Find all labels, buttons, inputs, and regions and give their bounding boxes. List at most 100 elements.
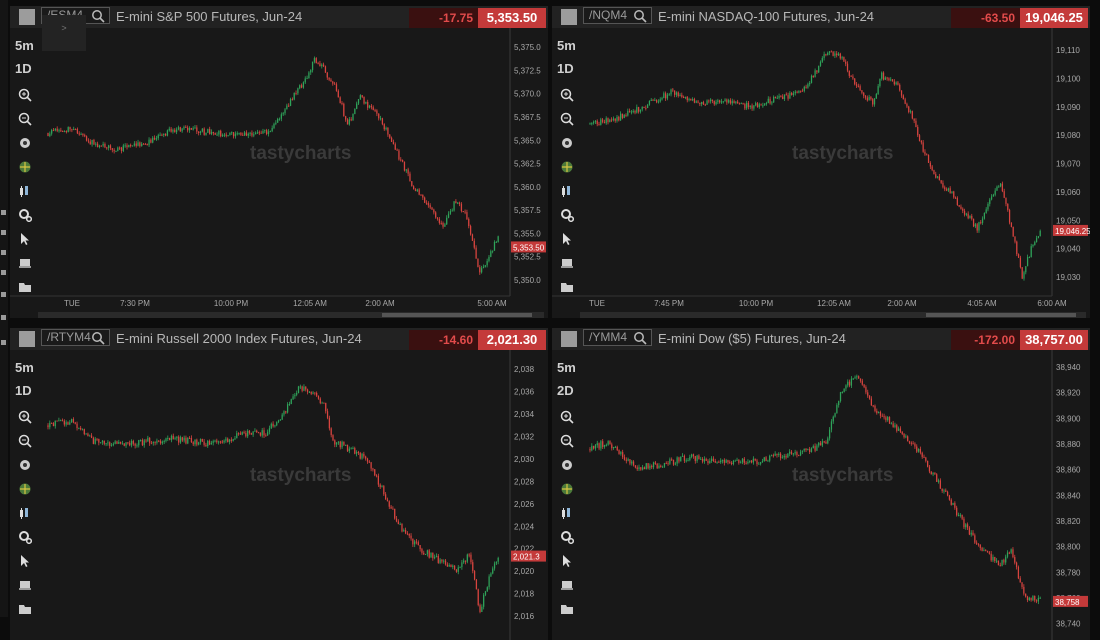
candle-body: [1021, 582, 1023, 587]
candle-body: [909, 111, 912, 113]
candle-body: [96, 438, 98, 440]
candle-body: [326, 72, 328, 78]
candle-body: [183, 437, 185, 441]
candle-body: [989, 199, 991, 204]
candle-body: [243, 432, 245, 434]
candle-body: [999, 565, 1001, 567]
candle-body: [266, 130, 268, 134]
candle-body: [770, 455, 773, 457]
candle-body: [979, 544, 981, 548]
candle-body: [412, 538, 414, 545]
candle-body: [858, 376, 860, 379]
candle-body: [190, 438, 193, 443]
candle-body: [765, 457, 767, 462]
candle-body: [277, 420, 280, 423]
candle-body: [141, 439, 144, 446]
candle-body: [972, 218, 975, 227]
candle-body: [910, 442, 912, 444]
y-tick-label: 2,020: [514, 567, 535, 576]
time-scrollbar-thumb[interactable]: [382, 313, 532, 317]
candle-body: [767, 460, 769, 462]
candle-body: [223, 440, 225, 443]
candle-body: [183, 126, 185, 129]
candle-body: [812, 446, 814, 449]
candle-body: [855, 84, 858, 86]
candle-body: [672, 459, 675, 465]
price-chart[interactable]: 19,110 19,100 19,090 19,080 19,070 19,060 19,0…: [552, 6, 1090, 318]
candle-body: [101, 440, 104, 443]
candle-body: [995, 560, 998, 562]
candle-body: [891, 79, 894, 82]
candle-body: [205, 444, 207, 446]
candle-body: [879, 78, 881, 87]
candle-body: [326, 411, 329, 418]
candle-body: [814, 70, 816, 78]
candle-body: [794, 91, 796, 94]
candle-body: [135, 143, 137, 146]
y-tick-label: 2,032: [514, 433, 535, 442]
candle-body: [316, 392, 318, 396]
candle-body: [105, 443, 107, 445]
candle-body: [884, 77, 886, 80]
candle-body: [177, 127, 180, 130]
y-tick-label: 38,920: [1056, 389, 1081, 398]
candle-body: [330, 79, 332, 82]
candle-body: [972, 532, 974, 536]
candle-body: [821, 58, 823, 62]
y-tick-label: 5,350.0: [514, 276, 541, 285]
candle-body: [337, 441, 340, 443]
candle-body: [969, 215, 971, 219]
candle-body: [484, 591, 487, 595]
candle-body: [711, 99, 714, 101]
price-chart[interactable]: 38,940 38,920 38,900 38,880 38,860 38,840 38,8…: [552, 328, 1090, 640]
candle-body: [764, 103, 766, 106]
candle-body: [823, 441, 825, 443]
candle-body: [750, 460, 753, 463]
candle-body: [933, 170, 935, 175]
candle-body: [170, 435, 173, 441]
candle-body: [803, 86, 805, 92]
candle-body: [994, 190, 996, 195]
candle-body: [78, 133, 80, 135]
candle-body: [939, 480, 941, 489]
candle-body: [741, 458, 744, 463]
candle-body: [881, 72, 883, 79]
candle-body: [471, 234, 474, 241]
candle-body: [845, 61, 847, 64]
candle-body: [659, 99, 661, 102]
candle-body: [780, 96, 782, 98]
candle-body: [735, 101, 737, 104]
candle-body: [696, 455, 698, 461]
candle-body: [149, 437, 151, 444]
candle-body: [333, 83, 336, 85]
candle-body: [461, 562, 463, 568]
y-tick-label: 19,050: [1056, 216, 1081, 225]
price-chart[interactable]: 5,375.0 5,372.5 5,370.0 5,367.5 5,365.0 5,362…: [10, 6, 548, 318]
candle-body: [217, 441, 220, 443]
candle-body: [627, 110, 629, 116]
candle-body: [843, 57, 845, 62]
time-scrollbar-thumb[interactable]: [926, 313, 1076, 317]
candle-body: [253, 134, 255, 136]
candle-body: [241, 432, 243, 435]
candle-body: [328, 417, 331, 429]
candle-body: [428, 550, 430, 558]
candle-body: [431, 207, 433, 210]
candle-body: [745, 462, 747, 464]
candle-body: [268, 428, 271, 432]
candle-body: [866, 97, 868, 101]
candle-body: [947, 188, 949, 191]
candle-body: [783, 94, 786, 99]
candle-body: [103, 440, 105, 444]
candle-body: [954, 503, 956, 508]
candle-body: [796, 452, 798, 456]
candle-body: [124, 145, 126, 147]
candle-body: [153, 137, 156, 140]
candle-body: [852, 378, 854, 380]
candle-body: [704, 104, 706, 106]
candle-body: [466, 554, 468, 562]
candle-body: [960, 206, 962, 209]
price-chart[interactable]: 2,038 2,036 2,034 2,032 2,030 2,028 2,026 2,024…: [10, 328, 548, 640]
candle-body: [466, 212, 468, 220]
candle-body: [196, 439, 198, 445]
